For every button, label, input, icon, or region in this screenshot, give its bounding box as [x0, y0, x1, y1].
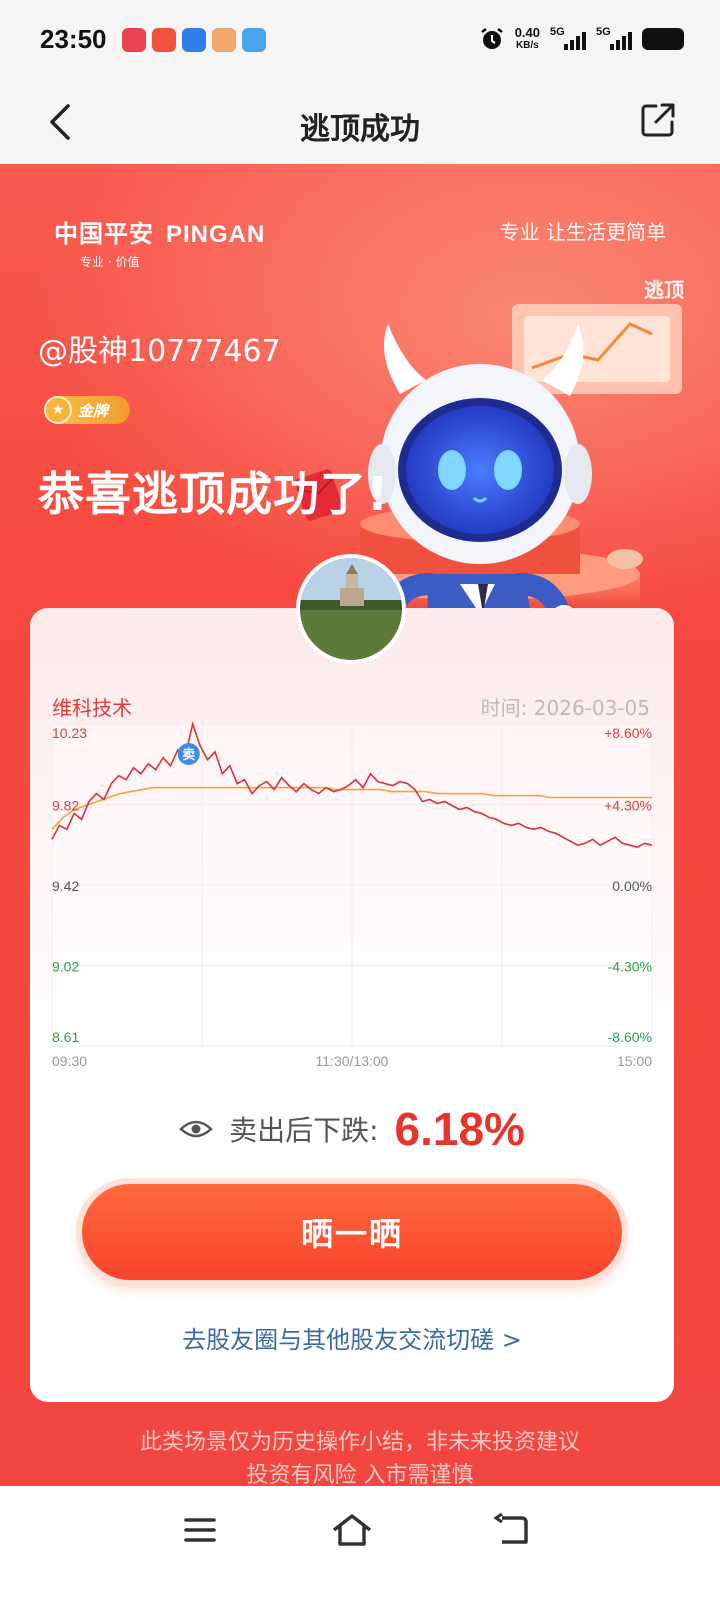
result-value: 6.18%	[394, 1103, 525, 1155]
share-external-icon[interactable]	[636, 98, 680, 142]
y-tick-left: 9.02	[52, 959, 79, 975]
slogan: 专业 让生活更简单	[499, 220, 666, 244]
avatar	[296, 554, 406, 664]
app-notification-icon	[212, 28, 236, 52]
y-tick-left: 8.61	[52, 1029, 79, 1045]
y-tick-left: 9.82	[52, 798, 79, 814]
signal-5g-1: 5G	[550, 26, 586, 52]
header: 逃顶成功	[0, 84, 720, 164]
status-bar: 23:50 0.40 KB/s 5G 5G	[0, 0, 720, 84]
intraday-chart: 10.23 9.82 9.42 9.02 8.61 +8.60% +4.30% 0.00% -4…	[51, 721, 653, 1068]
network-speed-unit: KB/s	[515, 40, 539, 51]
x-tick: 15:00	[617, 1053, 652, 1068]
notification-icons	[122, 28, 266, 52]
page-title: 逃顶成功	[300, 112, 420, 147]
sell-marker-label: 卖	[182, 747, 195, 763]
badge-label: 金牌	[78, 401, 109, 420]
status-right: 0.40 KB/s 5G 5G	[479, 26, 684, 52]
result-card: 维科技术 时间: 2026-03-05 10.23 9.82 9.42 9.02 8.6…	[30, 608, 674, 1402]
signal-label: 5G	[596, 26, 611, 38]
y-tick-right: 0.00%	[612, 878, 652, 894]
network-speed: 0.40 KB/s	[515, 26, 540, 52]
brand-subtitle: 专业 · 价值	[80, 255, 140, 269]
home-icon[interactable]	[330, 1508, 374, 1552]
signal-bars-icon	[564, 32, 586, 50]
signal-5g-2: 5G	[596, 26, 632, 52]
gold-badge: ★ 金牌	[44, 396, 130, 424]
app-notification-icon	[242, 28, 266, 52]
username: @股神10777467	[38, 334, 281, 369]
x-tick: 11:30/13:00	[316, 1053, 389, 1068]
community-link[interactable]: 去股友圈与其他股友交流切磋 >	[30, 1320, 674, 1355]
disclaimer: 此类场景仅为历史操作小结，非未来投资建议 投资有风险 入市需谨慎	[0, 1426, 720, 1492]
back-icon[interactable]	[490, 1508, 534, 1552]
share-button[interactable]: 晒一晒	[82, 1184, 622, 1280]
disclaimer-line: 此类场景仅为历史操作小结，非未来投资建议	[139, 1430, 580, 1455]
battery-icon	[642, 28, 684, 50]
signal-bars-icon	[610, 32, 632, 50]
y-tick-left: 9.42	[52, 878, 79, 894]
brand-name-en: PINGAN	[166, 221, 266, 248]
y-tick-right: +4.30%	[604, 798, 652, 814]
result-row: 卖出后下跌: 6.18%	[30, 1102, 674, 1156]
result-label: 卖出后下跌:	[229, 1114, 379, 1147]
y-tick-right: +8.60%	[604, 725, 652, 741]
app-notification-icon	[152, 28, 176, 52]
network-speed-value: 0.40	[514, 25, 540, 40]
app-notification-icon	[182, 28, 206, 52]
status-time: 23:50	[40, 24, 107, 54]
x-tick: 09:30	[52, 1053, 87, 1068]
signal-label: 5G	[550, 26, 565, 38]
headline: 恭喜逃顶成功了!	[38, 467, 389, 521]
y-tick-left: 10.23	[52, 725, 87, 741]
alarm-icon	[480, 28, 503, 49]
star-icon: ★	[44, 396, 72, 424]
brand-name-cn: 中国平安	[54, 220, 154, 248]
y-tick-right: -8.60%	[608, 1029, 652, 1045]
eye-icon	[179, 1120, 213, 1138]
hero-section: 中国平安 PINGAN 专业 · 价值 专业 让生活更简单 逃顶 @股神1077…	[0, 164, 720, 1524]
menu-icon[interactable]	[178, 1508, 222, 1552]
app-notification-icon	[122, 28, 146, 52]
system-nav-bar	[0, 1486, 720, 1608]
escape-tag: 逃顶	[644, 278, 684, 302]
y-tick-right: -4.30%	[608, 959, 652, 975]
brand-logo: 中国平安 PINGAN 专业 · 价值	[54, 214, 265, 270]
